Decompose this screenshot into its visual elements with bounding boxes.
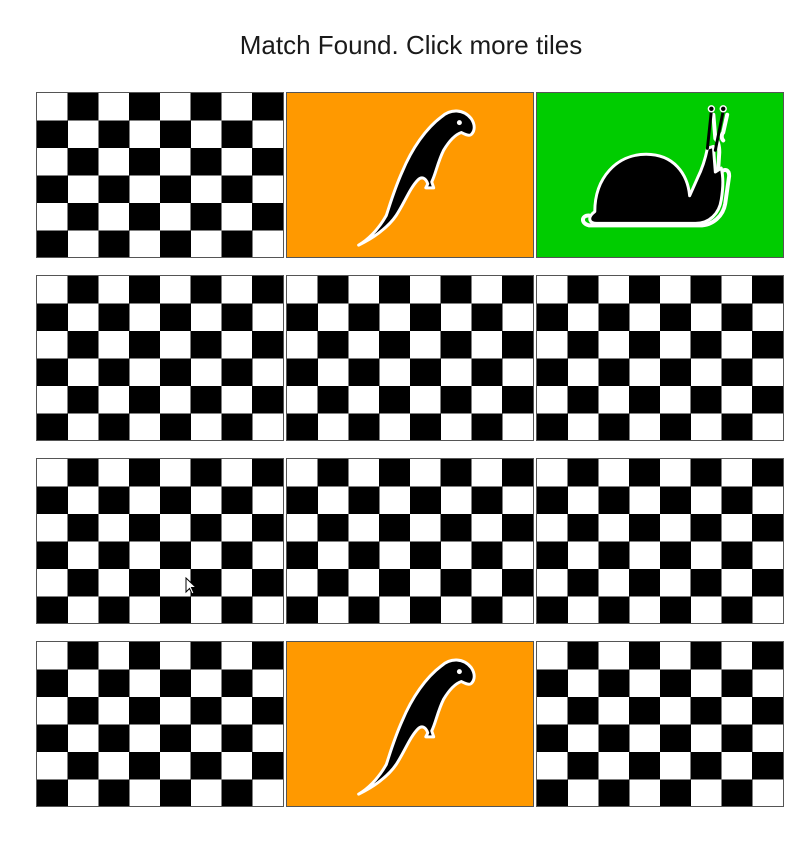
parrot-icon bbox=[357, 658, 476, 796]
parrot-icon bbox=[357, 109, 476, 247]
tile-r1-c2[interactable] bbox=[286, 92, 534, 258]
tile-board bbox=[36, 92, 784, 807]
tile-r4-c1[interactable] bbox=[36, 641, 284, 807]
tile-r2-c1[interactable] bbox=[36, 275, 284, 441]
snail-icon bbox=[581, 105, 732, 228]
tile-r3-c3[interactable] bbox=[536, 458, 784, 624]
tile-r2-c3[interactable] bbox=[536, 275, 784, 441]
tile-r2-c2[interactable] bbox=[286, 275, 534, 441]
tile-r3-c2[interactable] bbox=[286, 458, 534, 624]
tile-r1-c3[interactable] bbox=[536, 92, 784, 258]
tile-r3-c1[interactable] bbox=[36, 458, 284, 624]
tile-r1-c1[interactable] bbox=[36, 92, 284, 258]
status-message: Match Found. Click more tiles bbox=[239, 30, 583, 60]
tile-r4-c2[interactable] bbox=[286, 641, 534, 807]
tile-r4-c3[interactable] bbox=[536, 641, 784, 807]
mouse-pointer-icon bbox=[185, 577, 197, 595]
